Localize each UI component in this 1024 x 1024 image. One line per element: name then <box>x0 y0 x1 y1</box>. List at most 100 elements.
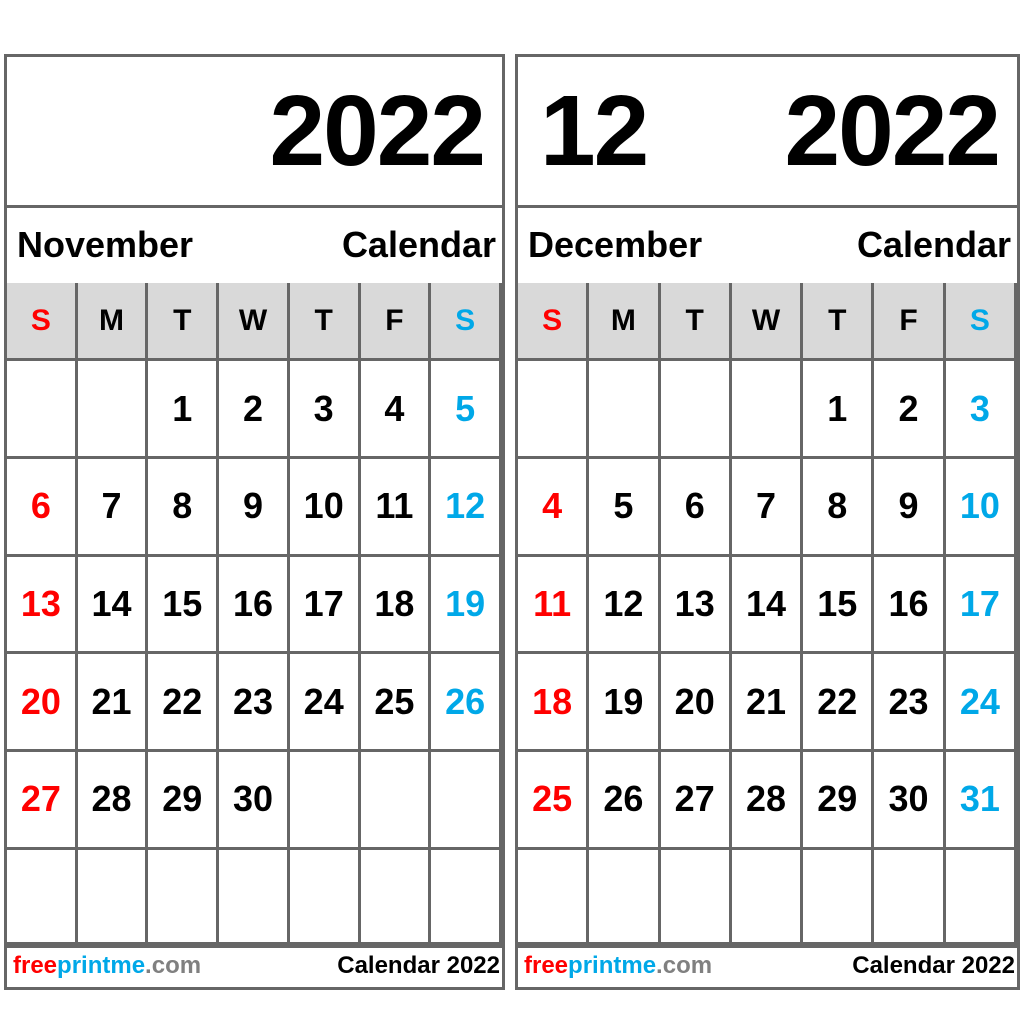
day-cell: 26 <box>589 751 661 850</box>
day-cell: 26 <box>431 654 502 753</box>
day-cell: 7 <box>731 458 804 557</box>
logo-com: .com <box>145 952 202 979</box>
panel-footer: freeprintme.com Calendar 2022 <box>518 942 1017 987</box>
day-cell: 19 <box>431 556 502 655</box>
day-cell: 17 <box>945 556 1017 655</box>
day-cell: 28 <box>77 751 149 850</box>
day-cell: 2 <box>874 361 946 459</box>
day-cell: 30 <box>219 751 290 850</box>
month-row: December Calendar <box>518 205 1017 286</box>
day-cell: 25 <box>360 654 432 753</box>
day-cell: 10 <box>945 458 1017 557</box>
day-cell: 15 <box>148 556 220 655</box>
day-cell: 4 <box>360 361 432 459</box>
panel-header: 2022 <box>7 57 502 208</box>
logo-free: free <box>524 952 569 979</box>
day-cell: 31 <box>945 751 1017 850</box>
month-number: 12 <box>540 75 649 187</box>
day-cell <box>360 751 432 850</box>
december-calendar-panel: 12 2022 December Calendar SMTWTFS1234567… <box>515 54 1020 990</box>
day-cell: 2 <box>219 361 290 459</box>
footer-label: Calendar 2022 <box>852 952 1015 979</box>
weekday-header: T <box>660 283 732 361</box>
weekday-header: W <box>731 283 804 361</box>
panel-footer: freeprintme.com Calendar 2022 <box>7 942 502 987</box>
day-cell: 6 <box>7 458 78 557</box>
day-cell: 20 <box>660 654 732 753</box>
day-cell: 8 <box>148 458 220 557</box>
day-cell <box>289 751 361 850</box>
day-cell: 30 <box>874 751 946 850</box>
day-cell: 12 <box>431 458 502 557</box>
day-cell: 29 <box>148 751 220 850</box>
day-cell: 14 <box>731 556 804 655</box>
day-cell: 12 <box>589 556 661 655</box>
day-cell <box>219 849 290 948</box>
day-cell: 3 <box>289 361 361 459</box>
day-cell <box>431 751 502 850</box>
weekday-header: T <box>289 283 361 361</box>
day-cell <box>7 361 78 459</box>
logo-com: .com <box>656 952 713 979</box>
day-cell: 4 <box>518 458 590 557</box>
day-cell: 1 <box>148 361 220 459</box>
year-title: 2022 <box>269 75 486 187</box>
day-cell <box>589 361 661 459</box>
calendar-label: Calendar <box>856 224 1011 265</box>
day-cell: 27 <box>7 751 78 850</box>
day-cell: 8 <box>803 458 875 557</box>
day-cell: 18 <box>518 654 590 753</box>
day-cell: 20 <box>7 654 78 753</box>
day-cell <box>77 361 149 459</box>
day-cell <box>77 849 149 948</box>
site-logo: freeprintme.com <box>13 951 201 981</box>
day-cell: 5 <box>589 458 661 557</box>
month-row: November Calendar <box>7 205 502 286</box>
footer-label: Calendar 2022 <box>337 952 500 979</box>
day-cell <box>518 361 590 459</box>
day-cell: 24 <box>945 654 1017 753</box>
day-cell <box>660 361 732 459</box>
weekday-header: M <box>589 283 661 361</box>
day-cell: 27 <box>660 751 732 850</box>
calendar-label: Calendar <box>341 224 496 265</box>
day-cell: 28 <box>731 751 804 850</box>
day-cell: 7 <box>77 458 149 557</box>
day-cell: 1 <box>803 361 875 459</box>
logo-printme: printme <box>568 952 657 979</box>
day-cell: 18 <box>360 556 432 655</box>
day-cell: 6 <box>660 458 732 557</box>
day-cell: 21 <box>77 654 149 753</box>
day-cell: 16 <box>874 556 946 655</box>
day-cell <box>945 849 1017 948</box>
day-cell <box>148 849 220 948</box>
day-cell <box>731 849 804 948</box>
day-cell: 22 <box>803 654 875 753</box>
day-cell: 14 <box>77 556 149 655</box>
day-cell: 25 <box>518 751 590 850</box>
day-cell: 29 <box>803 751 875 850</box>
day-cell: 16 <box>219 556 290 655</box>
day-cell <box>731 361 804 459</box>
weekday-header: W <box>219 283 290 361</box>
logo-free: free <box>13 952 58 979</box>
day-cell: 5 <box>431 361 502 459</box>
day-cell: 11 <box>360 458 432 557</box>
weekday-header: S <box>518 283 590 361</box>
day-cell: 9 <box>219 458 290 557</box>
day-cell <box>803 849 875 948</box>
day-cell <box>874 849 946 948</box>
day-cell: 15 <box>803 556 875 655</box>
november-calendar-panel: 2022 November Calendar SMTWTFS1234567891… <box>4 54 505 990</box>
panel-header: 12 2022 <box>518 57 1017 208</box>
weekday-header: T <box>803 283 875 361</box>
day-cell: 24 <box>289 654 361 753</box>
day-cell: 10 <box>289 458 361 557</box>
weekday-header: F <box>360 283 432 361</box>
weekday-header: T <box>148 283 220 361</box>
day-cell: 3 <box>945 361 1017 459</box>
weekday-header: M <box>77 283 149 361</box>
day-cell: 21 <box>731 654 804 753</box>
day-cell <box>660 849 732 948</box>
weekday-header: S <box>431 283 502 361</box>
